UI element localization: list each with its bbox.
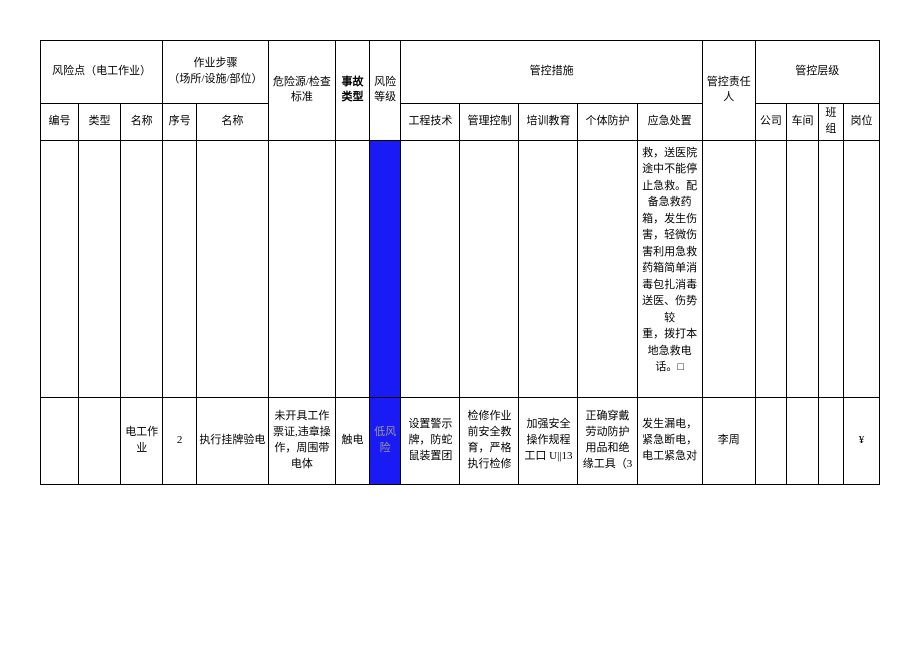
cell-risk-level-blue (369, 140, 401, 397)
hdr-company: 公司 (755, 104, 787, 141)
hdr-work-steps: 作业步骤 （场所/设施/部位） (163, 41, 268, 104)
cell-post: ¥ (844, 397, 880, 484)
cell-step-name: 执行挂牌验电 (197, 397, 269, 484)
hdr-ppe: 个体防护 (578, 104, 637, 141)
cell-company (755, 140, 787, 397)
hdr-name: 名称 (121, 104, 163, 141)
hdr-eng-tech: 工程技术 (401, 104, 460, 141)
cell-eng-tech (401, 140, 460, 397)
hdr-mgmt: 管理控制 (460, 104, 519, 141)
cell-type (78, 140, 120, 397)
hdr-team: 班组 (818, 104, 843, 141)
cell-mgmt (460, 140, 519, 397)
cell-seq (41, 140, 79, 397)
hdr-responsible: 管控责任人 (702, 41, 755, 141)
cell-name: 电工作业 (121, 397, 163, 484)
cell-hazard (268, 140, 335, 397)
hdr-step-seq: 序号 (163, 104, 197, 141)
table-row: 电工作业 2 执行挂牌验电 未开具工作票证,违章操作，周围带电体 触电 低风险 … (41, 397, 880, 484)
table-row: 救，送医院途中不能停止急救。配备急救药箱，发生伤害，轻微伤害利用急救药箱简单消毒… (41, 140, 880, 397)
hdr-post: 岗位 (844, 104, 880, 141)
cell-type (78, 397, 120, 484)
cell-team (818, 397, 843, 484)
cell-accident (336, 140, 370, 397)
hdr-training: 培训教育 (519, 104, 578, 141)
cell-mgmt: 检修作业前安全教育，严格执行检修 (460, 397, 519, 484)
cell-step-seq (163, 140, 197, 397)
cell-seq (41, 397, 79, 484)
cell-step-name (197, 140, 269, 397)
hdr-risk-point: 风险点（电工作业） (41, 41, 163, 104)
hdr-seq: 编号 (41, 104, 79, 141)
cell-ppe (578, 140, 637, 397)
cell-name (121, 140, 163, 397)
cell-responsible: 李周 (702, 397, 755, 484)
cell-emergency: 救，送医院途中不能停止急救。配备急救药箱，发生伤害，轻微伤害利用急救药箱简单消毒… (637, 140, 702, 397)
hdr-type: 类型 (78, 104, 120, 141)
cell-post (844, 140, 880, 397)
hdr-hazard-source: 危险源/检查标准 (268, 41, 335, 141)
cell-emergency: 发生漏电，紧急断电，电工紧急对 (637, 397, 702, 484)
hdr-emergency: 应急处置 (637, 104, 702, 141)
cell-company (755, 397, 787, 484)
cell-workshop (787, 140, 819, 397)
hdr-control-measures: 管控措施 (401, 41, 702, 104)
hdr-step-name: 名称 (197, 104, 269, 141)
cell-step-seq: 2 (163, 397, 197, 484)
cell-workshop (787, 397, 819, 484)
hdr-workshop: 车间 (787, 104, 819, 141)
risk-table: 风险点（电工作业） 作业步骤 （场所/设施/部位） 危险源/检查标准 事故类型 … (40, 40, 880, 485)
hdr-risk-level: 风险等级 (369, 41, 401, 141)
cell-responsible (702, 140, 755, 397)
cell-training: 加强安全操作规程 工口 U||13 (519, 397, 578, 484)
hdr-accident-type: 事故类型 (336, 41, 370, 141)
cell-hazard: 未开具工作票证,违章操作，周围带电体 (268, 397, 335, 484)
hdr-control-level: 管控层级 (755, 41, 879, 104)
cell-ppe: 正确穿戴劳动防护用品和绝缘工具（3 (578, 397, 637, 484)
cell-eng-tech: 设置警示牌，防蛇鼠装置团 (401, 397, 460, 484)
cell-risk-level-blue: 低风险 (369, 397, 401, 484)
cell-team (818, 140, 843, 397)
cell-training (519, 140, 578, 397)
cell-accident: 触电 (336, 397, 370, 484)
